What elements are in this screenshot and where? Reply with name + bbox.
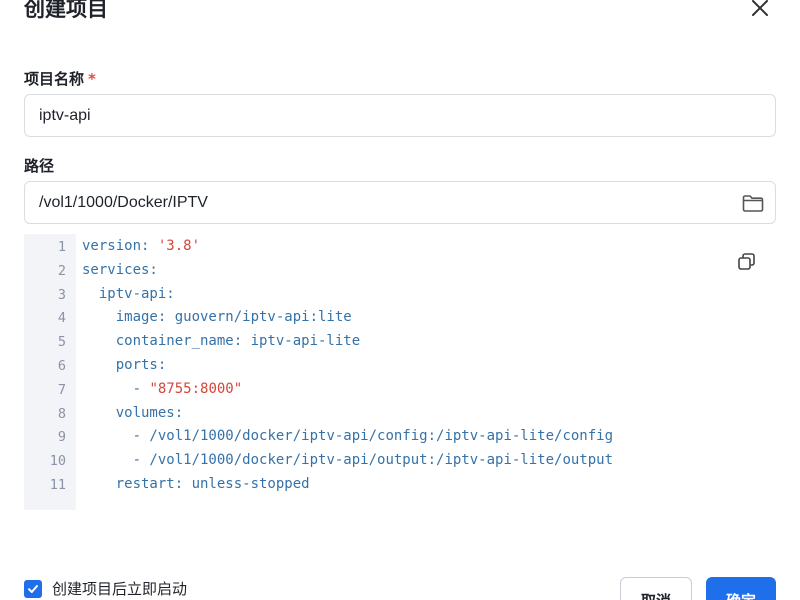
code-line: image: guovern/iptv-api:lite	[82, 309, 352, 325]
code-line: iptv-api:	[82, 286, 175, 302]
line-number: 8	[57, 405, 66, 422]
code-line: - /vol1/1000/docker/iptv-api/config:/ipt…	[82, 428, 613, 444]
code-line: restart: unless-stopped	[82, 476, 310, 492]
code-line: services:	[82, 262, 158, 278]
code-line: volumes:	[82, 405, 183, 421]
code-line: container_name: iptv-api-lite	[82, 333, 360, 349]
code-string: '3.8'	[157, 238, 201, 254]
code-key: ports:	[115, 357, 167, 373]
code-key: container_name: iptv-api-lite	[115, 333, 361, 350]
line-number: 3	[57, 286, 66, 303]
line-number: 9	[57, 429, 66, 446]
checkmark-icon	[28, 584, 38, 593]
code-key: iptv-api:	[98, 285, 175, 302]
dialog-title: 创建项目	[24, 0, 108, 21]
copy-button[interactable]	[736, 251, 758, 273]
line-number: 1	[57, 239, 66, 255]
code-key: restart: unless-stopped	[115, 476, 310, 492]
code-line: ports:	[82, 357, 167, 373]
compose-editor[interactable]: 1 version: '3.8' 2 services: 3 iptv-api: 4 im…	[24, 234, 776, 510]
auto-start-checkbox[interactable]	[24, 579, 42, 598]
path-label: 路径	[24, 157, 55, 175]
code-line: - "8755:8000"	[82, 380, 243, 397]
code-key: - /vol1/1000/docker/iptv-api/output:/ipt…	[132, 452, 614, 469]
line-number: 10	[49, 453, 66, 470]
close-button[interactable]	[748, 0, 772, 20]
cancel-button[interactable]: 取消	[620, 577, 692, 600]
code-key: volumes:	[115, 404, 184, 421]
path-value: /vol1/1000/Docker/IPTV	[39, 193, 208, 211]
close-icon	[752, 0, 768, 16]
line-number: 5	[57, 334, 66, 351]
browse-folder-button[interactable]	[741, 191, 765, 215]
code-key: image: guovern/iptv-api:lite	[115, 309, 352, 326]
code-key: version:	[82, 238, 158, 254]
auto-start-label: 创建项目后立即启动	[52, 580, 188, 598]
code-key: - /vol1/1000/docker/iptv-api/config:/ipt…	[132, 428, 614, 445]
confirm-button[interactable]: 确定	[706, 577, 776, 600]
project-name-input[interactable]: iptv-api	[24, 94, 776, 137]
line-number: 7	[57, 381, 66, 398]
line-number: 6	[57, 358, 66, 374]
auto-start-option[interactable]: 创建项目后立即启动	[24, 578, 187, 599]
project-name-label: 项目名称 *	[24, 70, 96, 88]
project-name-value: iptv-api	[39, 106, 91, 124]
folder-icon	[742, 195, 764, 212]
path-input[interactable]: /vol1/1000/Docker/IPTV	[24, 181, 776, 224]
code-line: version: '3.8'	[82, 238, 200, 254]
copy-icon	[738, 253, 755, 270]
required-mark: *	[88, 70, 96, 88]
line-number: 4	[57, 310, 66, 327]
code-key: -	[132, 380, 150, 397]
code-line: - /vol1/1000/docker/iptv-api/output:/ipt…	[82, 452, 613, 468]
line-number: 2	[57, 262, 66, 279]
line-number: 11	[49, 477, 66, 493]
code-key: services:	[82, 261, 158, 278]
code-string: "8755:8000"	[149, 380, 243, 397]
